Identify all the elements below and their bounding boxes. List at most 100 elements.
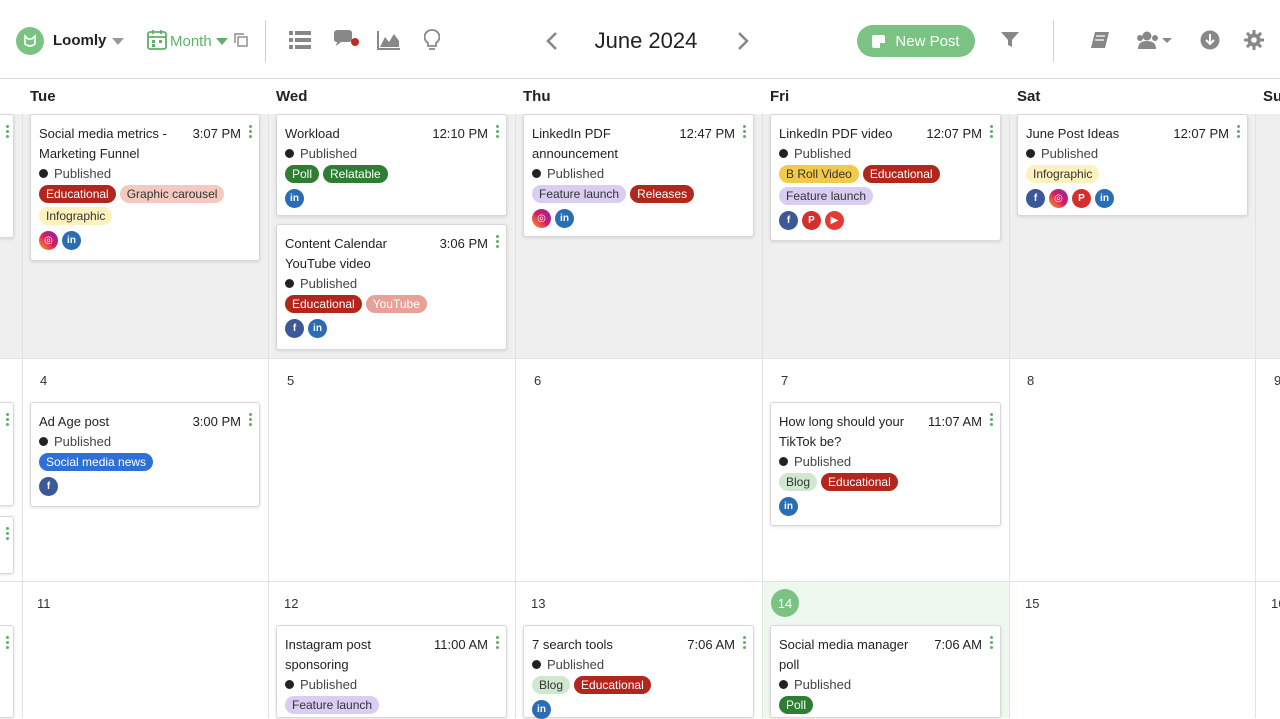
chevron-down-icon[interactable] bbox=[112, 38, 124, 45]
next-month-icon[interactable] bbox=[734, 29, 752, 53]
tag-badge[interactable]: Infographic bbox=[39, 207, 113, 225]
day-number[interactable]: 4 bbox=[40, 373, 47, 388]
linkedin-icon[interactable]: in bbox=[555, 209, 574, 228]
tag-badge[interactable]: Blog bbox=[532, 676, 571, 694]
more-options-icon[interactable] bbox=[990, 125, 993, 138]
day-number[interactable]: 9 bbox=[1274, 373, 1280, 388]
more-options-icon[interactable] bbox=[496, 235, 499, 248]
tag-badge[interactable]: YouTube bbox=[365, 295, 427, 313]
tag-badge[interactable]: Educational bbox=[862, 165, 940, 183]
chevron-down-icon[interactable] bbox=[216, 38, 228, 45]
more-options-icon[interactable] bbox=[743, 125, 746, 138]
post-card[interactable]: LinkedIn PDF video 12:07 PM Published B Rol… bbox=[770, 114, 1001, 241]
settings-icon[interactable] bbox=[1240, 27, 1268, 53]
post-card-partial[interactable] bbox=[0, 516, 14, 574]
tag-badge[interactable]: Blog bbox=[779, 473, 818, 491]
post-card[interactable]: Instagram post sponsoring 11:00 AM Publish… bbox=[276, 625, 507, 718]
post-card[interactable]: Social media manager poll 7:06 AM Publishe… bbox=[770, 625, 1001, 718]
tag-badge[interactable]: Relatable bbox=[323, 165, 388, 183]
more-options-icon[interactable] bbox=[1237, 125, 1240, 138]
pinterest-icon[interactable]: P bbox=[802, 211, 821, 230]
more-options-icon[interactable] bbox=[496, 636, 499, 649]
day-number[interactable]: 11 bbox=[37, 596, 51, 611]
linkedin-icon[interactable]: in bbox=[308, 319, 327, 338]
more-options-icon[interactable] bbox=[249, 413, 252, 426]
tag-badge[interactable]: Educational bbox=[285, 295, 362, 313]
more-options-icon[interactable] bbox=[6, 125, 9, 138]
tag-badge[interactable]: Infographic bbox=[1026, 165, 1100, 183]
facebook-icon[interactable]: f bbox=[779, 211, 798, 230]
linkedin-icon[interactable]: in bbox=[1095, 189, 1114, 208]
day-number[interactable]: 13 bbox=[531, 596, 545, 611]
day-number[interactable]: 7 bbox=[781, 373, 788, 388]
more-options-icon[interactable] bbox=[990, 413, 993, 426]
tag-badge[interactable]: Educational bbox=[821, 473, 898, 491]
more-options-icon[interactable] bbox=[990, 636, 993, 649]
facebook-icon[interactable]: f bbox=[1026, 189, 1045, 208]
linkedin-icon[interactable]: in bbox=[532, 700, 551, 719]
ideas-bulb-icon[interactable] bbox=[418, 27, 446, 53]
tag-badge[interactable]: Poll bbox=[779, 696, 814, 714]
more-options-icon[interactable] bbox=[743, 636, 746, 649]
workspace-name[interactable]: Loomly bbox=[53, 32, 106, 49]
post-card-partial[interactable] bbox=[0, 625, 14, 718]
more-options-icon[interactable] bbox=[6, 527, 9, 540]
more-options-icon[interactable] bbox=[249, 125, 252, 138]
post-title: 7 search tools bbox=[532, 637, 613, 652]
instagram-icon[interactable]: ◎ bbox=[1049, 189, 1068, 208]
tag-badge[interactable]: Poll bbox=[285, 165, 320, 183]
tag-badge[interactable]: Educational bbox=[574, 676, 651, 694]
pinterest-icon[interactable]: P bbox=[1072, 189, 1091, 208]
day-number[interactable]: 12 bbox=[284, 596, 298, 611]
more-options-icon[interactable] bbox=[6, 413, 9, 426]
facebook-icon[interactable]: f bbox=[285, 319, 304, 338]
post-card[interactable]: 7 search tools 7:06 AM Published Blog Educat… bbox=[523, 625, 754, 719]
copy-icon[interactable] bbox=[234, 33, 248, 52]
linkedin-icon[interactable]: in bbox=[779, 497, 798, 516]
tag-badge[interactable]: Feature launch bbox=[285, 696, 380, 714]
tag-badge[interactable]: Educational bbox=[39, 185, 116, 203]
view-selector[interactable]: Month bbox=[170, 33, 212, 50]
post-card[interactable]: How long should your TikTok be? 11:07 AM P… bbox=[770, 402, 1001, 526]
list-view-icon[interactable] bbox=[286, 27, 314, 53]
day-number[interactable]: 16 bbox=[1271, 596, 1280, 611]
day-number[interactable]: 5 bbox=[287, 373, 294, 388]
facebook-icon[interactable]: f bbox=[39, 477, 58, 496]
post-card-partial[interactable] bbox=[0, 114, 14, 238]
post-card[interactable]: Ad Age post 3:00 PM Published Social media … bbox=[30, 402, 260, 507]
post-card[interactable]: Social media metrics - Marketing Funnel 3… bbox=[30, 114, 260, 261]
tag-badge[interactable]: Feature launch bbox=[779, 187, 874, 205]
team-icon[interactable] bbox=[1136, 27, 1176, 53]
post-card[interactable]: Content Calendar YouTube video 3:06 PM Pub… bbox=[276, 224, 507, 350]
social-networks: f in bbox=[285, 319, 498, 338]
more-options-icon[interactable] bbox=[6, 636, 9, 649]
library-icon[interactable] bbox=[1086, 27, 1114, 53]
tag-badge[interactable]: B Roll Video bbox=[779, 165, 859, 183]
analytics-icon[interactable] bbox=[375, 27, 403, 53]
post-card[interactable]: Workload 12:10 PM Published Poll Relatable in bbox=[276, 114, 507, 216]
post-card-partial[interactable] bbox=[0, 402, 14, 506]
day-number[interactable]: 6 bbox=[534, 373, 541, 388]
youtube-icon[interactable]: ▶ bbox=[825, 211, 844, 230]
tag-badge[interactable]: Graphic carousel bbox=[119, 185, 225, 203]
linkedin-icon[interactable]: in bbox=[285, 189, 304, 208]
download-icon[interactable] bbox=[1196, 27, 1224, 53]
social-networks: in bbox=[532, 700, 745, 719]
tag-badge[interactable]: Feature launch bbox=[532, 185, 627, 203]
post-card[interactable]: LinkedIn PDF announcement 12:47 PM Publish… bbox=[523, 114, 754, 237]
today-day-number[interactable]: 14 bbox=[771, 589, 799, 617]
day-number[interactable]: 8 bbox=[1027, 373, 1034, 388]
instagram-icon[interactable]: ◎ bbox=[39, 231, 58, 250]
comments-icon[interactable] bbox=[332, 27, 360, 53]
filter-icon[interactable] bbox=[996, 27, 1024, 53]
loomly-logo-icon[interactable] bbox=[16, 27, 44, 55]
new-post-button[interactable]: New Post bbox=[857, 25, 975, 57]
day-number[interactable]: 15 bbox=[1025, 596, 1039, 611]
linkedin-icon[interactable]: in bbox=[62, 231, 81, 250]
more-options-icon[interactable] bbox=[496, 125, 499, 138]
instagram-icon[interactable]: ◎ bbox=[532, 209, 551, 228]
prev-month-icon[interactable] bbox=[543, 29, 561, 53]
tag-badge[interactable]: Releases bbox=[630, 185, 695, 203]
post-card[interactable]: June Post Ideas 12:07 PM Published Infograp… bbox=[1017, 114, 1248, 216]
tag-badge[interactable]: Social media news bbox=[39, 453, 154, 471]
